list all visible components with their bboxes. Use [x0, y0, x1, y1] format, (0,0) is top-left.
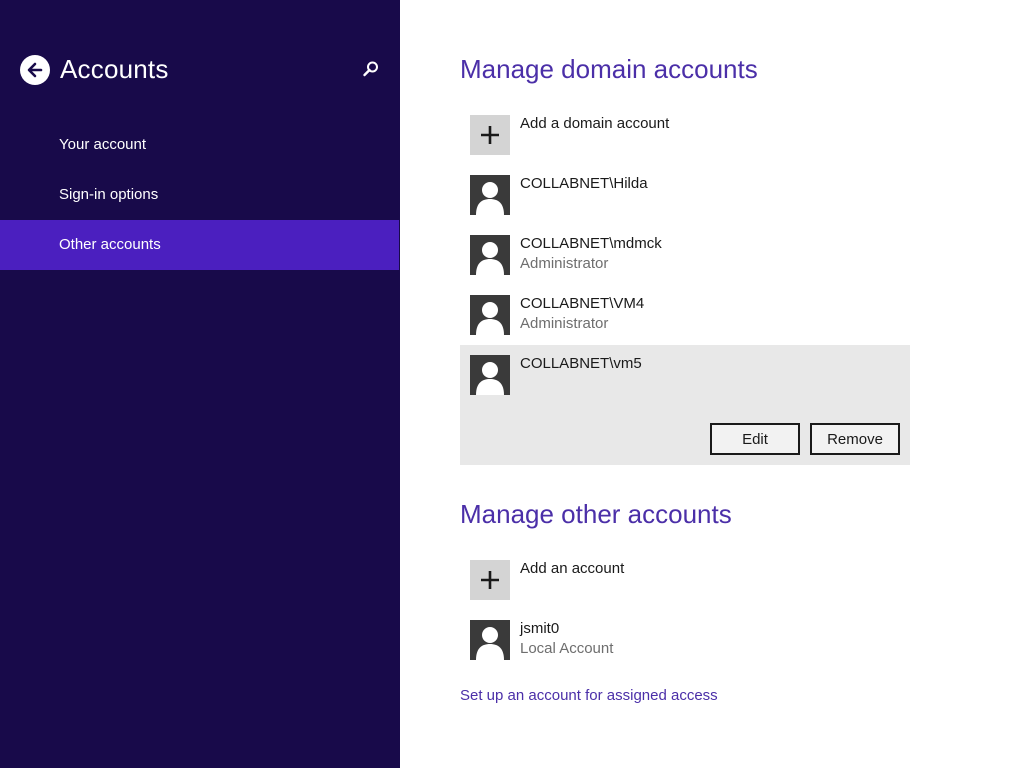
user-icon	[476, 362, 504, 395]
sidebar-header: Accounts	[0, 50, 400, 90]
account-name: COLLABNET\Hilda	[520, 175, 648, 192]
user-icon	[476, 627, 504, 660]
account-name: jsmit0	[520, 620, 560, 637]
back-arrow-icon	[27, 62, 43, 78]
avatar	[470, 235, 510, 275]
main-content: Manage domain accounts Add a domain acco…	[400, 0, 1024, 768]
nav-item-sign-in-options[interactable]: Sign-in options	[0, 170, 400, 220]
avatar	[470, 620, 510, 660]
add-tile	[470, 115, 510, 155]
nav-item-other-accounts[interactable]: Other accounts	[0, 220, 399, 270]
nav-item-your-account[interactable]: Your account	[0, 120, 400, 170]
add-account-button[interactable]: Add an account	[460, 550, 910, 610]
plus-icon	[481, 571, 499, 589]
nav-item-label: Your account	[59, 136, 147, 153]
account-name: COLLABNET\mdmck	[520, 235, 662, 252]
add-account-label: Add an account	[520, 560, 625, 577]
add-tile	[470, 560, 510, 600]
account-row-vm5[interactable]: COLLABNET\vm5 Edit Remove	[460, 345, 910, 465]
page-title: Accounts	[60, 54, 169, 84]
edit-button[interactable]: Edit	[710, 423, 800, 455]
account-row-hilda[interactable]: COLLABNET\Hilda	[460, 165, 910, 225]
nav-item-label: Other accounts	[59, 236, 161, 253]
account-name: COLLABNET\vm5	[520, 355, 642, 372]
user-icon	[476, 302, 504, 335]
account-name: COLLABNET\VM4	[520, 295, 645, 312]
plus-icon	[481, 126, 499, 144]
add-domain-account-label: Add a domain account	[520, 115, 670, 132]
sidebar-nav: Your account Sign-in options Other accou…	[0, 120, 400, 270]
account-role: Administrator	[520, 255, 609, 272]
avatar	[470, 175, 510, 215]
user-icon	[476, 182, 504, 215]
user-icon	[476, 242, 504, 275]
avatar	[470, 355, 510, 395]
search-icon	[363, 61, 378, 77]
nav-item-label: Sign-in options	[59, 186, 159, 203]
domain-section-title: Manage domain accounts	[460, 54, 758, 84]
account-role: Local Account	[520, 640, 614, 657]
avatar	[470, 295, 510, 335]
assigned-access-link[interactable]: Set up an account for assigned access	[460, 687, 718, 704]
other-section-title: Manage other accounts	[460, 499, 732, 529]
remove-button[interactable]: Remove	[810, 423, 900, 455]
search-button[interactable]	[360, 58, 382, 80]
account-row-vm4[interactable]: COLLABNET\VM4 Administrator	[460, 285, 910, 345]
add-domain-account-button[interactable]: Add a domain account	[460, 105, 910, 165]
account-row-jsmit0[interactable]: jsmit0 Local Account	[460, 610, 910, 670]
account-row-mdmck[interactable]: COLLABNET\mdmck Administrator	[460, 225, 910, 285]
sidebar: Accounts Your account Sign-in options Ot…	[0, 0, 400, 768]
account-role: Administrator	[520, 315, 609, 332]
back-button[interactable]	[20, 55, 50, 85]
